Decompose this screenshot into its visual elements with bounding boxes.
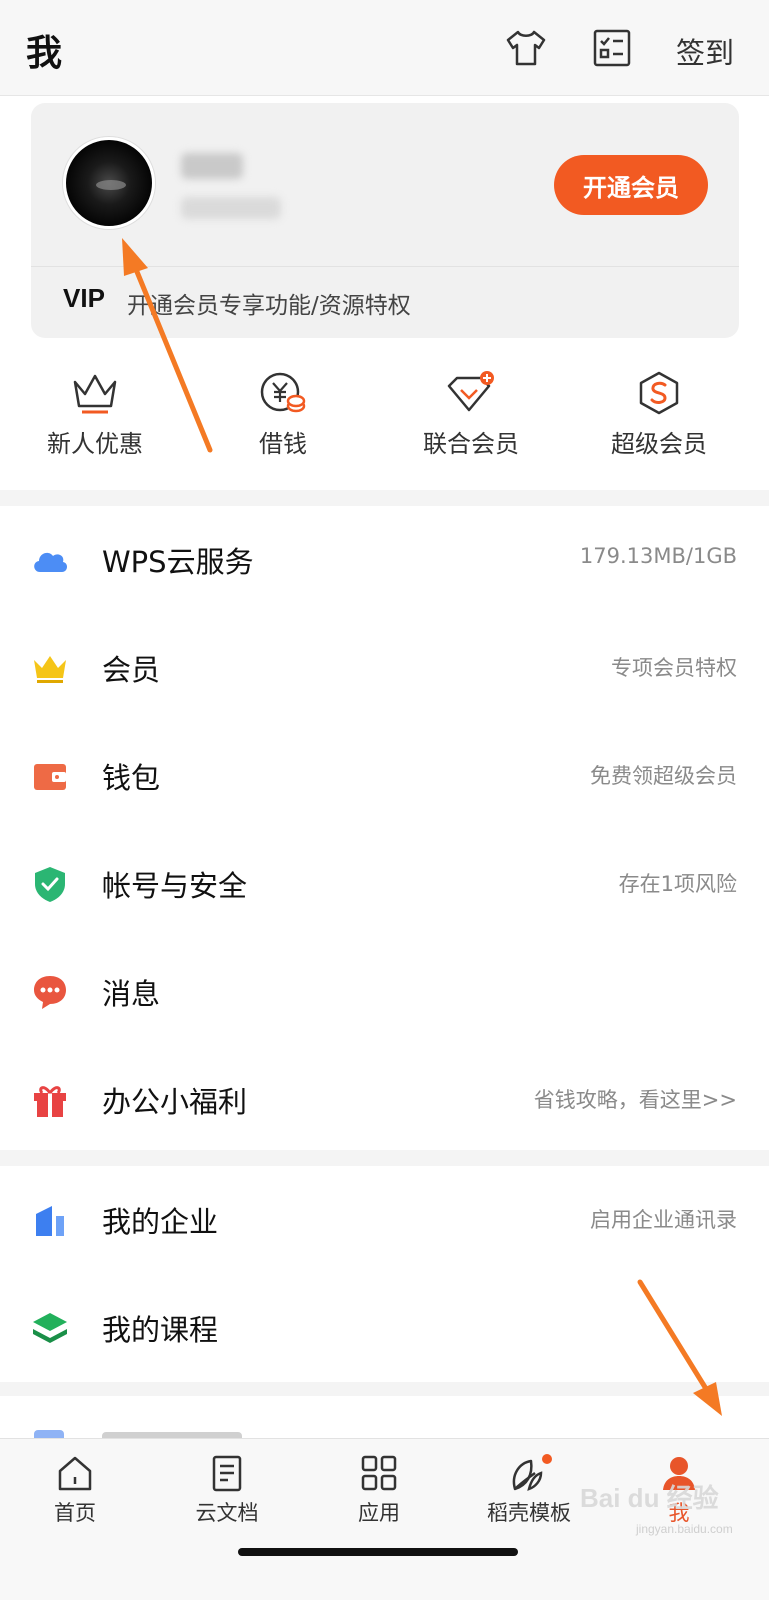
open-vip-button[interactable]: 开通会员 <box>554 155 708 215</box>
tab-home[interactable]: 首页 <box>0 1453 150 1543</box>
menu-label: 帐号与安全 <box>102 869 248 903</box>
bottom-tab-bar: 首页 云文档 应用 稻壳模板 我 <box>0 1438 769 1600</box>
tab-cloud-docs[interactable]: 云文档 <box>152 1453 302 1543</box>
home-icon <box>58 1456 92 1491</box>
section-divider <box>0 1150 769 1166</box>
apps-grid-icon <box>361 1455 397 1491</box>
tab-apps[interactable]: 应用 <box>304 1453 454 1543</box>
menu-item-perks[interactable]: 办公小福利 省钱攻略，看这里>> <box>0 1046 769 1154</box>
wallet-icon <box>34 764 66 790</box>
menu-item-messages[interactable]: 消息 <box>0 938 769 1046</box>
super-s-hexagon-icon <box>639 371 679 415</box>
menu-label: 我的课程 <box>102 1313 219 1347</box>
quick-item-newcomer[interactable]: 新人优惠 <box>0 358 190 488</box>
baidu-watermark-url: jingyan.baidu.com <box>636 1522 733 1536</box>
menu-label: 我的企业 <box>102 1205 219 1239</box>
divider <box>31 266 739 267</box>
menu-value: 专项会员特权 <box>611 656 737 680</box>
quick-item-super-vip[interactable]: 超级会员 <box>564 358 754 488</box>
leaf-template-icon <box>512 1454 552 1491</box>
menu-value: 启用企业通讯录 <box>590 1208 737 1232</box>
menu-value: 免费领超级会员 <box>590 764 737 788</box>
menu-value: 省钱攻略，看这里>> <box>533 1088 737 1112</box>
top-bar: 我 签到 <box>0 0 769 96</box>
account-blurred <box>181 197 281 219</box>
menu-label: WPS云服务 <box>102 545 254 579</box>
avatar[interactable] <box>63 137 155 229</box>
gift-icon <box>34 1086 66 1117</box>
menu-label: 会员 <box>102 653 161 687</box>
enterprise-icon <box>36 1206 64 1236</box>
menu-item-security[interactable]: 帐号与安全 存在1项风险 <box>0 830 769 938</box>
username-blurred <box>181 153 243 179</box>
theme-shirt-icon[interactable] <box>504 26 548 70</box>
cloud-icon <box>34 552 68 572</box>
cloud-doc-icon <box>212 1455 242 1492</box>
crown-icon <box>34 656 66 683</box>
diamond-plus-icon <box>447 371 494 412</box>
section-divider <box>0 490 769 506</box>
section-divider <box>0 1382 769 1396</box>
vip-description[interactable]: 开通会员专享功能/资源特权 <box>127 286 411 320</box>
course-icon <box>33 1313 67 1343</box>
message-icon <box>34 976 66 1009</box>
page-title: 我 <box>26 33 63 74</box>
menu-item-wallet[interactable]: 钱包 免费领超级会员 <box>0 722 769 830</box>
menu-item-courses[interactable]: 我的课程 <box>0 1274 769 1382</box>
profile-card[interactable]: 开通会员 VIP 开通会员专享功能/资源特权 <box>31 103 739 338</box>
yen-coin-icon <box>260 372 306 413</box>
quick-label: 超级会员 <box>611 430 707 458</box>
tab-label: 首页 <box>54 1501 96 1525</box>
menu-item-vip[interactable]: 会员 专项会员特权 <box>0 614 769 722</box>
tab-label: 云文档 <box>195 1501 259 1525</box>
menu-value: 179.13MB/1GB <box>579 544 737 568</box>
shield-icon <box>35 867 65 902</box>
quick-actions: 新人优惠 借钱 联合会员 超级会员 <box>0 358 769 488</box>
menu-item-enterprise[interactable]: 我的企业 启用企业通讯录 <box>0 1166 769 1274</box>
vip-tag: VIP <box>63 283 105 313</box>
crown-outline-icon <box>73 374 117 414</box>
checklist-icon[interactable] <box>590 26 634 70</box>
menu-label: 办公小福利 <box>102 1085 248 1119</box>
quick-item-borrow[interactable]: 借钱 <box>188 358 378 488</box>
quick-label: 借钱 <box>259 430 307 458</box>
home-indicator <box>238 1548 518 1556</box>
signin-button[interactable]: 签到 <box>676 30 734 72</box>
menu-item-cloud[interactable]: WPS云服务 179.13MB/1GB <box>0 506 769 614</box>
quick-item-joint-vip[interactable]: 联合会员 <box>376 358 566 488</box>
baidu-watermark: Bai du 经验 <box>580 1483 719 1513</box>
menu-value: 存在1项风险 <box>618 872 737 896</box>
tab-label: 应用 <box>358 1501 400 1525</box>
menu-label: 钱包 <box>102 761 161 795</box>
menu-label: 消息 <box>102 977 161 1011</box>
quick-label: 联合会员 <box>423 430 519 458</box>
quick-label: 新人优惠 <box>47 430 143 458</box>
menu-item-partial[interactable] <box>0 1410 769 1440</box>
